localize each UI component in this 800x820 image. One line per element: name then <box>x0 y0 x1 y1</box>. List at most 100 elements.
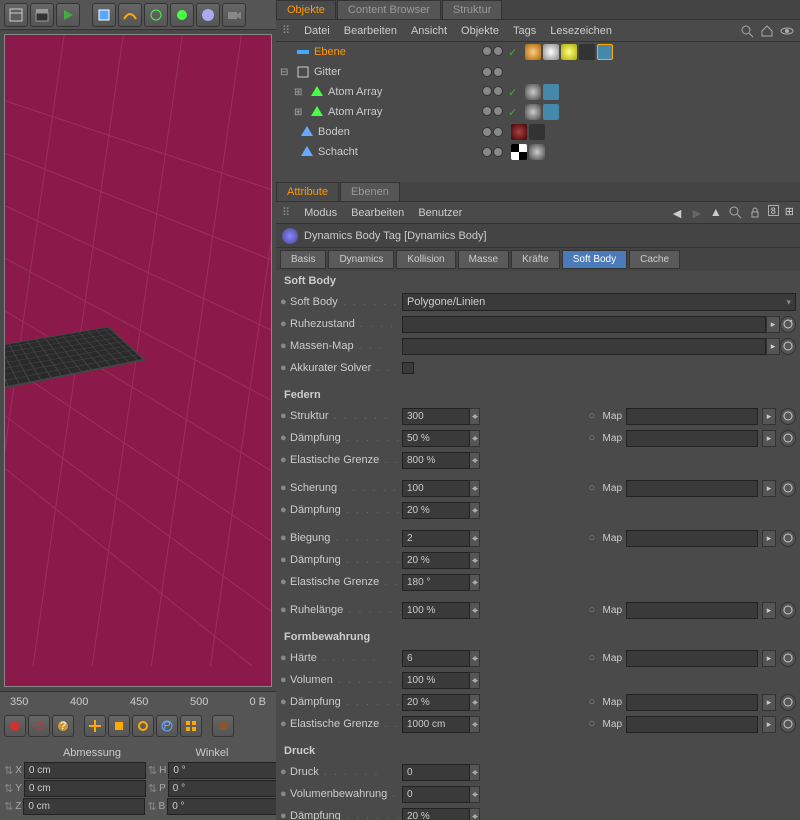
tab-objekte[interactable]: Objekte <box>276 0 336 19</box>
deformer-btn[interactable] <box>170 3 194 27</box>
scale-btn[interactable] <box>108 715 130 737</box>
input-y[interactable] <box>24 780 146 797</box>
akkurater-checkbox[interactable] <box>402 362 414 374</box>
tag-a1-tex[interactable] <box>525 84 541 100</box>
tag-dyn[interactable] <box>597 44 613 60</box>
form-e-input[interactable] <box>402 716 470 733</box>
spline-btn[interactable] <box>118 3 142 27</box>
subtab-kollision[interactable]: Kollision <box>396 250 455 269</box>
ruhelaenge-map-input[interactable] <box>626 602 758 619</box>
menu-ansicht[interactable]: Ansicht <box>411 25 447 37</box>
form-e-spinner[interactable] <box>470 716 480 733</box>
new-icon[interactable]: 8 <box>768 205 779 216</box>
scherung-map-input[interactable] <box>626 480 758 497</box>
ruhe-pick[interactable] <box>780 316 796 333</box>
input-h[interactable] <box>168 762 290 779</box>
obj-row-atom2[interactable]: ⊞ Atom Array ✓ <box>276 102 800 122</box>
biegung-d-spinner[interactable] <box>470 552 480 569</box>
form-d-spinner[interactable] <box>470 694 480 711</box>
subtab-softbody[interactable]: Soft Body <box>562 250 627 269</box>
struktur-e-spinner[interactable] <box>470 452 480 469</box>
obj-row-gitter[interactable]: ⊟ Gitter <box>276 62 800 82</box>
struktur-d-map-menu[interactable]: ▸ <box>762 430 776 447</box>
obj-row-boden[interactable]: Boden <box>276 122 800 142</box>
viewport[interactable] <box>4 34 272 687</box>
search-icon[interactable] <box>728 205 742 219</box>
obj-row-schacht[interactable]: Schacht <box>276 142 800 162</box>
biegung-e-input[interactable] <box>402 574 470 591</box>
form-d-map-menu[interactable]: ▸ <box>762 694 776 711</box>
massenmap-input[interactable] <box>402 338 766 355</box>
tag-comp[interactable] <box>579 44 595 60</box>
input-p[interactable] <box>168 780 290 797</box>
menu-lesezeichen[interactable]: Lesezeichen <box>550 25 612 37</box>
tag-b-comp[interactable] <box>529 124 545 140</box>
form-e-map-menu[interactable]: ▸ <box>762 716 776 733</box>
volumen-spinner[interactable] <box>470 672 480 689</box>
menu-objekte[interactable]: Objekte <box>461 25 499 37</box>
struktur-map-pick[interactable] <box>780 408 796 425</box>
menu-benutzer[interactable]: Benutzer <box>418 207 462 219</box>
tag-s-check[interactable] <box>511 144 527 160</box>
biegung-map-menu[interactable]: ▸ <box>762 530 776 547</box>
subtab-dynamics[interactable]: Dynamics <box>328 250 394 269</box>
struktur-d-map-pick[interactable] <box>780 430 796 447</box>
form-e-map-pick[interactable] <box>780 716 796 733</box>
massen-pick[interactable] <box>780 338 796 355</box>
home-icon[interactable] <box>760 24 774 38</box>
tag-a2-tex[interactable] <box>525 104 541 120</box>
form-d-map-input[interactable] <box>626 694 758 711</box>
form-d-map-pick[interactable] <box>780 694 796 711</box>
move-btn[interactable] <box>84 715 106 737</box>
nav-back-icon[interactable]: ◄ <box>670 205 684 221</box>
scherung-map-menu[interactable]: ▸ <box>762 480 776 497</box>
struktur-d-map-input[interactable] <box>626 430 758 447</box>
druck-input[interactable] <box>402 764 470 781</box>
haerte-map-input[interactable] <box>626 650 758 667</box>
menu-bearbeiten[interactable]: Bearbeiten <box>344 25 397 37</box>
scherung-input[interactable] <box>402 480 470 497</box>
volumen-input[interactable] <box>402 672 470 689</box>
grid-btn[interactable] <box>180 715 202 737</box>
p-btn[interactable]: P <box>156 715 178 737</box>
druck-d-input[interactable] <box>402 808 470 820</box>
ruhelaenge-map-menu[interactable]: ▸ <box>762 602 776 619</box>
rot-btn[interactable] <box>132 715 154 737</box>
cam-btn[interactable] <box>222 3 246 27</box>
struktur-d-input[interactable] <box>402 430 470 447</box>
key-btn[interactable] <box>28 715 50 737</box>
nav-fwd-icon[interactable]: ► <box>690 205 704 221</box>
struktur-d-spinner[interactable] <box>470 430 480 447</box>
tab-attribute[interactable]: Attribute <box>276 182 339 201</box>
massen-menu[interactable]: ▸ <box>766 338 780 355</box>
eye-icon[interactable] <box>780 24 794 38</box>
scherung-map-pick[interactable] <box>780 480 796 497</box>
ruhe-menu[interactable]: ▸ <box>766 316 780 333</box>
volbew-spinner[interactable] <box>470 786 480 803</box>
struktur-input[interactable] <box>402 408 470 425</box>
input-z[interactable] <box>23 798 145 815</box>
scherung-spinner[interactable] <box>470 480 480 497</box>
rec-btn[interactable] <box>4 715 26 737</box>
input-x[interactable] <box>24 762 146 779</box>
menu-tags[interactable]: Tags <box>513 25 536 37</box>
biegung-input[interactable] <box>402 530 470 547</box>
env-btn[interactable] <box>196 3 220 27</box>
tab-content-browser[interactable]: Content Browser <box>337 0 441 19</box>
tag-a2-dyn[interactable] <box>543 104 559 120</box>
menu-bearbeiten2[interactable]: Bearbeiten <box>351 207 404 219</box>
obj-row-atom1[interactable]: ⊞ Atom Array ✓ <box>276 82 800 102</box>
tag-tex3[interactable] <box>561 44 577 60</box>
form-e-map-input[interactable] <box>626 716 758 733</box>
tab-struktur[interactable]: Struktur <box>442 0 503 19</box>
lock-icon[interactable] <box>748 205 762 219</box>
struktur-spinner[interactable] <box>470 408 480 425</box>
biegung-spinner[interactable] <box>470 530 480 547</box>
expand-icon[interactable]: ⊞ <box>785 205 794 221</box>
tool-btn-3[interactable] <box>56 3 80 27</box>
druck-d-spinner[interactable] <box>470 808 480 820</box>
search-icon[interactable] <box>740 24 754 38</box>
struktur-map-input[interactable] <box>626 408 758 425</box>
struktur-e-input[interactable] <box>402 452 470 469</box>
tag-a1-dyn[interactable] <box>543 84 559 100</box>
